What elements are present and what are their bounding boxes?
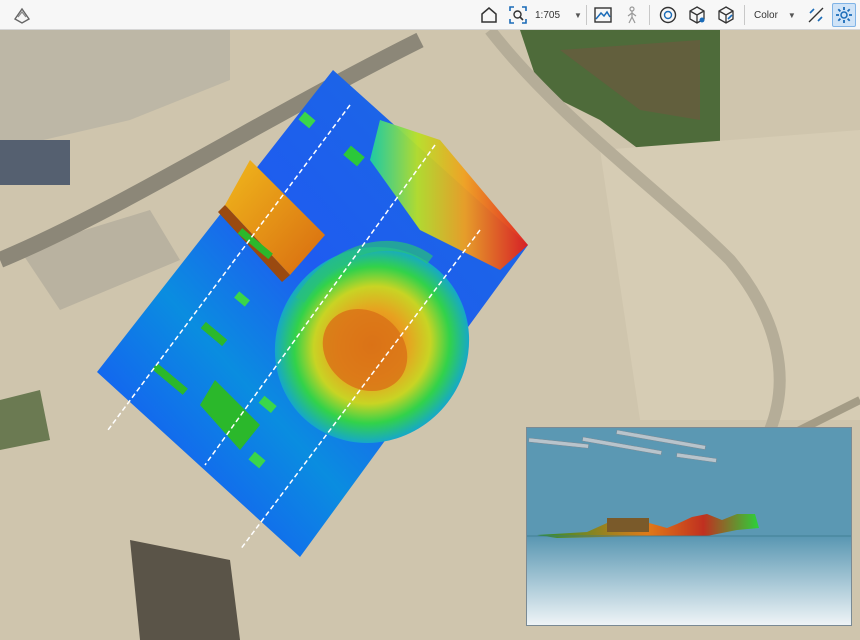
- app-logo-icon[interactable]: [10, 3, 34, 27]
- toolbar: 1:705 ▼ Color ▼: [0, 0, 860, 30]
- terrain-icon[interactable]: [591, 3, 615, 27]
- orbit-icon[interactable]: [656, 3, 680, 27]
- profile-tool-icon[interactable]: [804, 3, 828, 27]
- toolbar-divider: [744, 5, 745, 25]
- color-mode-dropdown[interactable]: Color ▼: [754, 5, 800, 25]
- chevron-down-icon: ▼: [574, 10, 582, 20]
- chevron-down-icon: ▼: [787, 10, 796, 20]
- 3d-preview-canvas[interactable]: [527, 428, 852, 626]
- person-walk-icon[interactable]: [620, 3, 644, 27]
- 3d-preview-inset[interactable]: [526, 427, 852, 626]
- 3d-building: [607, 518, 649, 532]
- scale-dropdown[interactable]: 1:705 ▼: [535, 5, 583, 25]
- home-icon[interactable]: [477, 3, 501, 27]
- scale-value: 1:705: [535, 9, 561, 21]
- settings-gear-icon[interactable]: [832, 3, 856, 27]
- zoom-extent-icon[interactable]: [506, 3, 530, 27]
- box-view-icon[interactable]: [685, 3, 709, 27]
- perspective-icon[interactable]: [714, 3, 738, 27]
- toolbar-divider: [649, 5, 650, 25]
- toolbar-divider: [586, 5, 587, 25]
- color-mode-value: Color: [754, 9, 778, 21]
- aerial-building: [0, 140, 70, 185]
